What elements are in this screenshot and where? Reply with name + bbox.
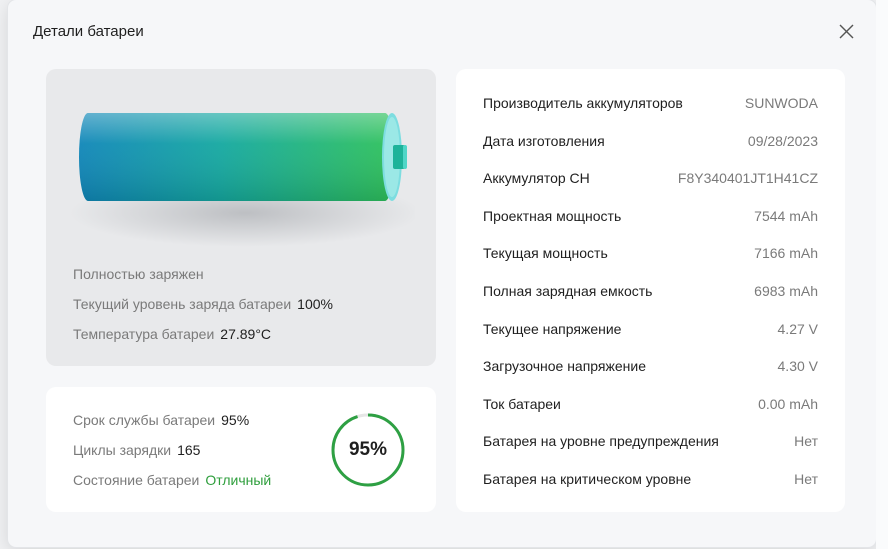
cycles-label: Циклы зарядки [73,442,172,458]
battery-health-card: Срок службы батареи 95% Циклы зарядки 165 … [46,387,436,512]
detail-label: Батарея на критическом уровне [483,471,692,487]
detail-value: Нет [794,433,818,450]
charge-status: Полностью заряжен [73,266,204,282]
detail-label: Дата изготовления [483,132,605,149]
detail-value: 4.27 V [777,320,818,337]
detail-label: Загрузочное напряжение [483,358,647,375]
detail-row: Проектная мощность 7544 mAh [483,208,818,228]
detail-value: 7166 mAh [754,245,818,262]
detail-row: Аккумулятор CH F8Y340401JT1H41CZ [483,170,818,190]
detail-label: Текущее напряжение [483,320,622,337]
detail-label: Ток батареи [483,395,561,412]
close-button[interactable] [834,20,858,44]
detail-row: Батарея на уровне предупреждения Нет [483,433,818,453]
detail-row: Текущая мощность 7166 mAh [483,245,818,265]
charge-level-value: 100% [297,296,333,312]
charge-level-line: Текущий уровень заряда батареи 100% [73,289,333,319]
battery-level-fill [79,113,394,201]
detail-label: Проектная мощность [483,207,622,224]
condition-value: Отличный [205,472,272,488]
detail-row: Текущее напряжение 4.27 V [483,321,818,341]
close-icon [839,24,854,39]
detail-value: 6983 mAh [754,283,818,299]
health-ring-label: 95% [348,439,388,460]
detail-label: Аккумулятор CH [483,170,590,187]
detail-row: Ток батареи 0.00 mAh [483,396,818,416]
background-window-edge [876,0,888,549]
detail-row: Батарея на критическом уровне Нет [483,471,818,491]
health-ring: 95% [330,412,406,488]
detail-row: Дата изготовления 09/28/2023 [483,133,818,153]
detail-value: F8Y340401JT1H41CZ [677,170,818,187]
battery-status-card: Полностью заряжен Текущий уровень заряда… [46,69,436,366]
battery-info: Полностью заряжен Текущий уровень заряда… [73,259,333,349]
condition-label: Состояние батареи [73,472,200,488]
battery-details-dialog: Детали батареи Полностью заряжен Текущий… [8,0,876,547]
detail-label: Производитель аккумуляторов [483,95,683,111]
detail-value: SUNWODA [744,95,818,111]
temperature-line: Температура батареи 27.89°C [73,319,333,349]
detail-value: 7544 mAh [754,207,818,224]
condition-line: Состояние батареи Отличный [73,465,271,495]
dialog-title: Детали батареи [33,23,144,40]
temperature-value: 27.89°C [220,326,272,342]
lifespan-value: 95% [221,412,250,428]
cycles-line: Циклы зарядки 165 [73,435,271,465]
battery-details-card: Производитель аккумуляторов SUNWODA Дата и… [456,69,845,512]
detail-row: Полная зарядная емкость 6983 mAh [483,283,818,303]
charge-level-label: Текущий уровень заряда батареи [73,296,292,312]
detail-label: Полная зарядная емкость [483,283,653,299]
detail-value: 09/28/2023 [747,132,818,149]
detail-value: 0.00 mAh [758,395,818,412]
detail-row: Загрузочное напряжение 4.30 V [483,358,818,378]
detail-value: Нет [794,471,818,487]
temperature-label: Температура батареи [73,326,215,342]
health-info: Срок службы батареи 95% Циклы зарядки 165 … [73,405,271,495]
lifespan-line: Срок службы батареи 95% [73,405,271,435]
detail-row: Производитель аккумуляторов SUNWODA [483,95,818,115]
detail-value: 4.30 V [777,358,818,375]
detail-label: Текущая мощность [483,245,608,262]
battery-icon [70,113,415,247]
lifespan-label: Срок службы батареи [73,412,216,428]
detail-label: Батарея на уровне предупреждения [483,433,719,450]
cycles-value: 165 [177,442,201,458]
